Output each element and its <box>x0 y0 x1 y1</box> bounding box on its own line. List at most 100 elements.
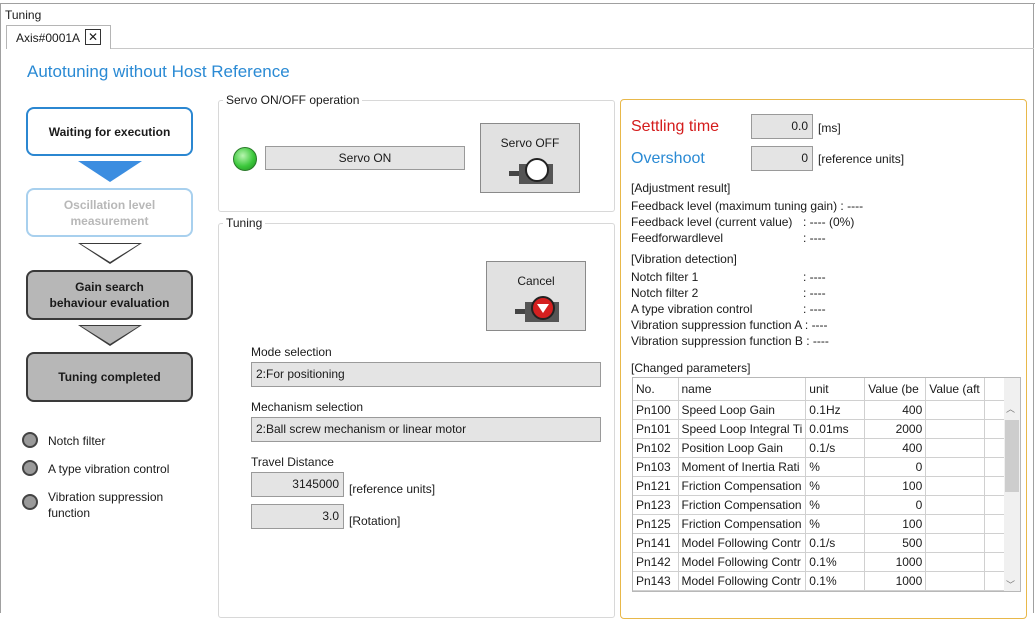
rotation-unit: [Rotation] <box>349 514 401 528</box>
table-cell <box>984 533 1006 553</box>
table-cell: % <box>805 514 866 534</box>
table-cell: 0.1% <box>805 571 866 591</box>
tab-label: Axis#0001A <box>16 31 81 45</box>
arrow-down-icon <box>78 161 142 182</box>
adjustment-heading: [Adjustment result] <box>631 181 731 195</box>
step-label: Tuning completed <box>58 370 161 384</box>
travel-distance-label: Travel Distance <box>251 455 334 469</box>
table-cell <box>984 438 1006 458</box>
tab-divider <box>111 48 1034 49</box>
adjustment-line: Feedforwardlevel: ---- <box>631 231 826 245</box>
page-title: Autotuning without Host Reference <box>27 62 290 81</box>
table-row[interactable]: Pn141 Model Following Contr 0.1/s 500 <box>633 533 1006 553</box>
parameters-table[interactable]: No. name unit Value (be Value (aft Pn100… <box>632 377 1021 592</box>
tab-axis[interactable]: Axis#0001A ✕ <box>6 25 111 49</box>
overshoot-field: 0 <box>751 146 813 171</box>
step-completed: Tuning completed <box>26 352 193 402</box>
table-cell: 0 <box>864 495 927 515</box>
cancel-label: Cancel <box>517 274 555 288</box>
indicator-icon <box>22 460 38 476</box>
table-cell <box>984 495 1006 515</box>
table-cell: Pn141 <box>633 533 679 553</box>
table-cell: Speed Loop Integral Ti <box>678 419 807 439</box>
table-cell <box>925 457 986 477</box>
table-cell: 0.1% <box>805 552 866 572</box>
table-cell: % <box>805 476 866 496</box>
column-header[interactable]: Value (be <box>864 378 927 401</box>
table-cell: Pn102 <box>633 438 679 458</box>
step-label: Oscillation level measurement <box>63 197 156 228</box>
settling-time-label: Settling time <box>631 118 720 135</box>
table-cell: 2000 <box>864 419 927 439</box>
column-header[interactable]: unit <box>805 378 866 401</box>
servo-status: Servo ON <box>265 146 465 170</box>
changed-parameters-heading: [Changed parameters] <box>631 361 751 375</box>
indicator-icon <box>22 432 38 448</box>
table-row[interactable]: Pn103 Moment of Inertia Rati% 0 <box>633 457 1006 477</box>
adjustment-line: Feedback level (current value): ---- (0%… <box>631 215 855 229</box>
window-frame-top <box>0 3 1035 4</box>
table-cell: 1000 <box>864 571 927 591</box>
scroll-down-icon[interactable]: ﹀ <box>1006 578 1015 591</box>
close-icon[interactable]: ✕ <box>85 29 101 45</box>
table-row[interactable]: Pn100 Speed Loop Gain 0.1Hz 400 <box>633 400 1006 420</box>
table-cell <box>984 552 1006 572</box>
servo-group-label: Servo ON/OFF operation <box>223 93 363 107</box>
scrollbar-thumb[interactable] <box>1005 420 1019 492</box>
table-row[interactable]: Pn102 Position Loop Gain 0.1/s 400 <box>633 438 1006 458</box>
table-cell: 0.1/s <box>805 438 866 458</box>
legend-vibration-suppression: Vibration suppression function <box>48 490 164 520</box>
table-cell: 400 <box>864 400 927 420</box>
table-row[interactable]: Pn121 Friction Compensation% 100 <box>633 476 1006 496</box>
column-header[interactable]: name <box>678 378 807 401</box>
table-cell <box>925 400 986 420</box>
cancel-button[interactable]: Cancel <box>486 261 586 331</box>
legend-notch-filter: Notch filter <box>48 434 106 448</box>
vibration-line: Vibration suppression function B : ---- <box>631 334 829 348</box>
table-cell: Pn103 <box>633 457 679 477</box>
table-cell: 0 <box>864 457 927 477</box>
settling-time-unit: [ms] <box>818 121 841 135</box>
table-cell <box>984 571 1006 591</box>
table-cell: 0.01ms <box>805 419 866 439</box>
column-header[interactable]: Value (aft <box>925 378 986 401</box>
overshoot-unit: [reference units] <box>818 152 905 166</box>
table-cell: Model Following Contr <box>678 533 807 553</box>
vibration-line: Vibration suppression function A : ---- <box>631 318 828 332</box>
mechanism-selection-label: Mechanism selection <box>251 400 364 414</box>
table-cell <box>925 514 986 534</box>
table-row[interactable]: Pn142 Model Following Contr 0.1% 1000 <box>633 552 1006 572</box>
step-label: Waiting for execution <box>48 124 171 139</box>
step-gain-search: Gain search behaviour evaluation <box>26 270 193 320</box>
table-cell: Pn125 <box>633 514 679 534</box>
window-title: Tuning <box>5 8 42 22</box>
tuning-group-label: Tuning <box>223 216 266 230</box>
arrow-fill <box>81 326 139 344</box>
vibration-line: Notch filter 2: ---- <box>631 286 826 300</box>
table-cell <box>925 476 986 496</box>
table-row[interactable]: Pn143 Model Following Contr 0.1% 1000 <box>633 571 1006 591</box>
travel-distance-unit: [reference units] <box>349 482 436 496</box>
scroll-up-icon[interactable]: ︿ <box>1006 402 1015 415</box>
table-row[interactable]: Pn125 Friction Compensation% 100 <box>633 514 1006 534</box>
motor-icon <box>509 158 553 184</box>
table-cell: Pn101 <box>633 419 679 439</box>
table-row[interactable]: Pn101 Speed Loop Integral Ti 0.01ms 2000 <box>633 419 1006 439</box>
servo-off-button[interactable]: Servo OFF <box>480 123 580 193</box>
column-header[interactable]: No. <box>633 378 679 401</box>
table-cell: Friction Compensation <box>678 495 807 515</box>
table-cell <box>984 457 1006 477</box>
table-cell <box>984 400 1006 420</box>
table-cell: 500 <box>864 533 927 553</box>
table-cell: Friction Compensation <box>678 514 807 534</box>
column-header[interactable] <box>984 378 1006 401</box>
table-cell: Model Following Contr <box>678 552 807 572</box>
mode-selection-field: 2:For positioning <box>251 362 601 387</box>
table-cell: 100 <box>864 476 927 496</box>
table-row[interactable]: Pn123 Friction Compensation% 0 <box>633 495 1006 515</box>
settling-time-field: 0.0 <box>751 114 813 139</box>
servo-off-label: Servo OFF <box>500 136 560 150</box>
vibration-heading: [Vibration detection] <box>631 252 737 266</box>
table-cell: % <box>805 457 866 477</box>
status-led-icon <box>233 147 257 171</box>
